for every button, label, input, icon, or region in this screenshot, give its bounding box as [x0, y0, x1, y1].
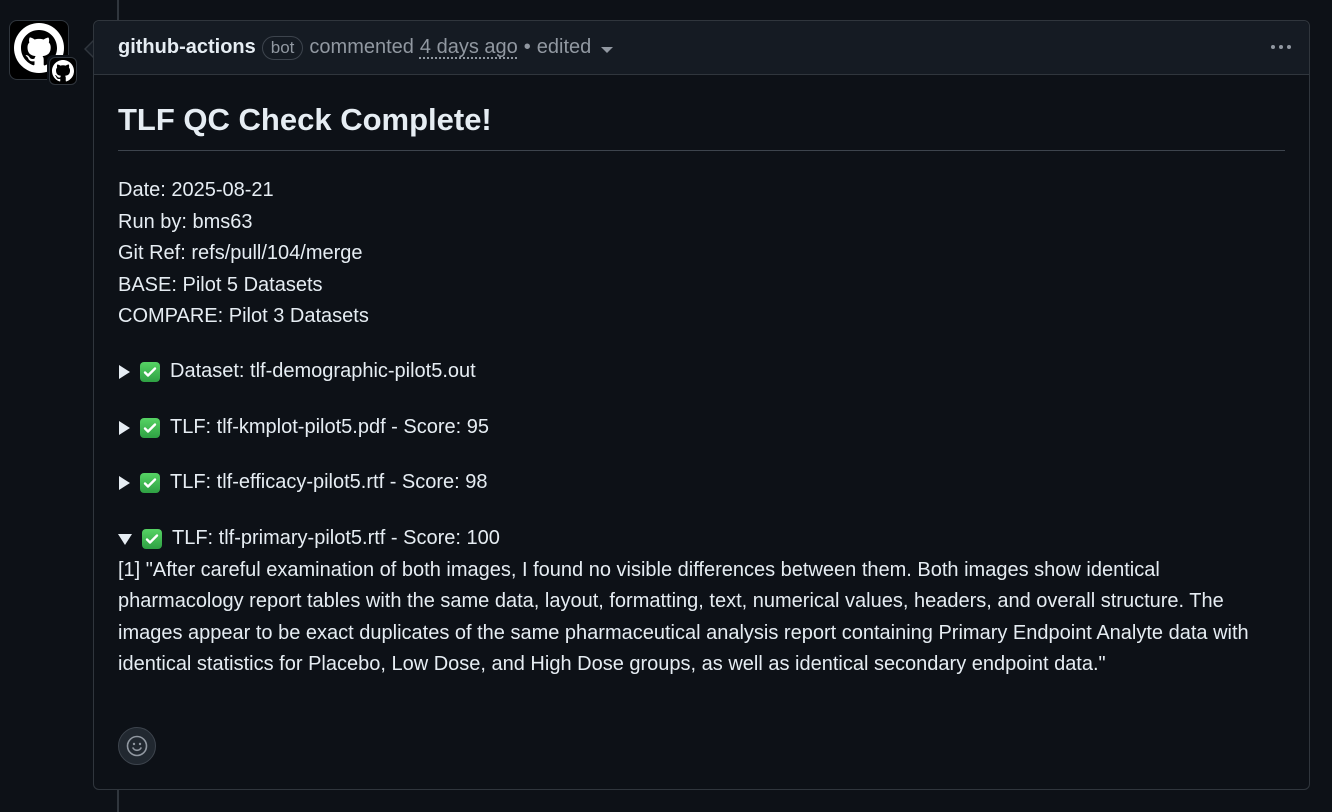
white-check-mark-icon [140, 362, 160, 382]
details-summary-kmplot[interactable]: TLF: tlf-kmplot-pilot5.pdf - Score: 95 [118, 413, 1285, 444]
details-label: TLF: tlf-efficacy-pilot5.rtf - Score: 98 [170, 471, 488, 494]
comment-action: commented [309, 36, 414, 58]
kebab-horizontal-icon-dot [1271, 45, 1275, 49]
comment-box: github-actions bot commented 4 days ago … [93, 20, 1310, 790]
details-label: TLF: tlf-kmplot-pilot5.pdf - Score: 95 [170, 416, 490, 439]
disclosure-right-icon [119, 421, 130, 435]
meta-git-ref: Git Ref: refs/pull/104/merge [118, 242, 363, 264]
run-metadata: Date: 2025-08-21 Run by: bms63 Git Ref: … [118, 175, 1285, 333]
details-summary-efficacy[interactable]: TLF: tlf-efficacy-pilot5.rtf - Score: 98 [118, 468, 1285, 499]
details-summary-dataset[interactable]: Dataset: tlf-demographic-pilot5.out [118, 357, 1285, 388]
comment-body: TLF QC Check Complete! Date: 2025-08-21 … [94, 75, 1309, 681]
meta-compare: COMPARE: Pilot 3 Datasets [118, 305, 369, 327]
add-reaction-button[interactable] [118, 727, 156, 765]
author-link[interactable]: github-actions [118, 36, 256, 59]
timestamp-link[interactable]: 4 days ago [420, 36, 518, 59]
details-label: TLF: tlf-primary-pilot5.rtf - Score: 100 [172, 527, 500, 550]
smiley-icon [126, 735, 148, 757]
details-summary-primary[interactable]: TLF: tlf-primary-pilot5.rtf - Score: 100 [118, 524, 1285, 555]
meta-base: BASE: Pilot 5 Datasets [118, 273, 323, 296]
details-content: [1] "After careful examination of both i… [118, 558, 1249, 676]
separator: • [523, 36, 531, 58]
white-check-mark-icon [140, 418, 160, 438]
disclosure-right-icon [119, 365, 130, 379]
app-badge [47, 55, 79, 87]
bot-label: bot [261, 35, 304, 60]
kebab-horizontal-icon-dot [1287, 45, 1291, 49]
meta-date: Date: 2025-08-21 [118, 179, 274, 201]
edited-history-button[interactable]: edited [537, 36, 592, 59]
comment-header: github-actions bot commented 4 days ago … [94, 21, 1309, 75]
details-label: Dataset: tlf-demographic-pilot5.out [170, 360, 476, 383]
white-check-mark-icon [142, 529, 162, 549]
disclosure-down-icon [118, 533, 132, 545]
meta-run-by: Run by: bms63 [118, 210, 253, 233]
white-check-mark-icon [140, 473, 160, 493]
chevron-down-icon[interactable] [601, 46, 614, 53]
github-app-icon [52, 60, 74, 82]
more-options-button[interactable] [1269, 39, 1293, 55]
disclosure-right-icon [119, 476, 130, 490]
comment-title: TLF QC Check Complete! [118, 75, 1285, 151]
kebab-horizontal-icon-dot [1279, 45, 1283, 49]
